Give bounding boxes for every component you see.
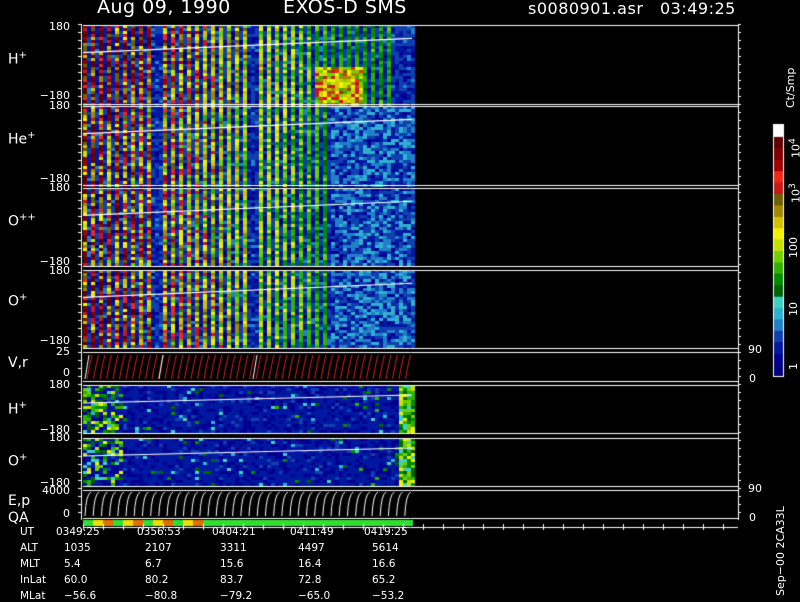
orbit-cell: 0356:53 (137, 526, 181, 538)
panel-label-h-plus: H+ (8, 50, 27, 68)
colorbar-label-10: 10 (787, 302, 800, 316)
panel-label-o-plus-2: O+ (8, 452, 28, 470)
orbit-cell: 0411:49 (290, 526, 334, 538)
rtick-bot-vr: 0 (749, 372, 756, 385)
panel-label-qa: QA (8, 510, 29, 526)
panel-label-o-plus: O+ (8, 292, 28, 310)
orbit-cell: 60.0 (64, 574, 88, 586)
orbit-row-label: MLT (20, 558, 40, 570)
rtick-top-vr: 90 (748, 343, 762, 356)
ytick-top-vr: 25 (56, 345, 70, 358)
orbit-cell: 65.2 (372, 574, 396, 586)
orbit-cell: 0419:25 (364, 526, 408, 538)
orbit-row-label: MLat (20, 590, 46, 602)
ytick-top-h-plus: 180 (49, 20, 70, 33)
rtick-top-ep: 90 (748, 482, 762, 495)
panel-label-h-plus-2: H+ (8, 400, 27, 418)
ytick-top-ep: 4000 (42, 484, 70, 497)
orbit-cell: 72.8 (298, 574, 322, 586)
ytick-top-o-plus-2: 180 (49, 431, 70, 444)
orbit-cell: 5614 (372, 542, 399, 554)
orbit-cell: 16.4 (298, 558, 322, 570)
orbit-cell: 3311 (220, 542, 247, 554)
ytick-top-h-plus-2: 180 (49, 378, 70, 391)
colorbar-unit: Ct/Smp (784, 67, 797, 108)
rtick-bot-ep: 0 (749, 511, 756, 524)
orbit-cell: −79.2 (220, 590, 253, 602)
orbit-cell: 4497 (298, 542, 325, 554)
orbit-cell: −80.8 (145, 590, 178, 602)
orbit-row-label: ALT (20, 542, 39, 554)
panel-label-he-plus: He+ (8, 130, 36, 148)
title-date: Aug 09, 1990 (97, 0, 231, 18)
panel-label-o-plusplus: O++ (8, 212, 36, 230)
orbit-cell: 0349:25 (56, 526, 100, 538)
ytick-top-o-plus: 180 (49, 264, 70, 277)
orbit-cell: −53.2 (372, 590, 405, 602)
orbit-cell: 2107 (145, 542, 172, 554)
orbit-cell: 0404:21 (212, 526, 256, 538)
orbit-cell: 80.2 (145, 574, 169, 586)
colorbar-label-100: 100 (787, 237, 800, 258)
panel-label-ep: E,p (8, 493, 31, 509)
colorbar-label-1e3: 103 (787, 183, 800, 203)
ytick-top-o-plusplus: 180 (49, 181, 70, 194)
orbit-cell: 83.7 (220, 574, 244, 586)
orbit-row-label: UT (20, 526, 35, 538)
orbit-row-label: InLat (20, 574, 47, 586)
colorbar-label-1e4: 104 (787, 138, 800, 158)
title-file: s0080901.asr (528, 0, 644, 18)
spectrogram-canvas (0, 0, 800, 600)
ytick-bot-ep: 0 (63, 507, 70, 520)
ytick-top-he-plus: 180 (49, 99, 70, 112)
orbit-cell: −65.0 (298, 590, 331, 602)
colorbar-label-1: 1 (787, 363, 800, 370)
orbit-cell: 1035 (64, 542, 91, 554)
orbit-cell: 6.7 (145, 558, 162, 570)
orbit-cell: −56.6 (64, 590, 97, 602)
orbit-cell: 15.6 (220, 558, 244, 570)
panel-label-vr: V,r (8, 355, 28, 371)
footer-stamp: Sep−00 2CA33L (774, 506, 787, 596)
orbit-cell: 5.4 (64, 558, 81, 570)
title-instrument: EXOS-D SMS (283, 0, 407, 18)
orbit-cell: 16.6 (372, 558, 396, 570)
title-time: 03:49:25 (660, 0, 736, 18)
